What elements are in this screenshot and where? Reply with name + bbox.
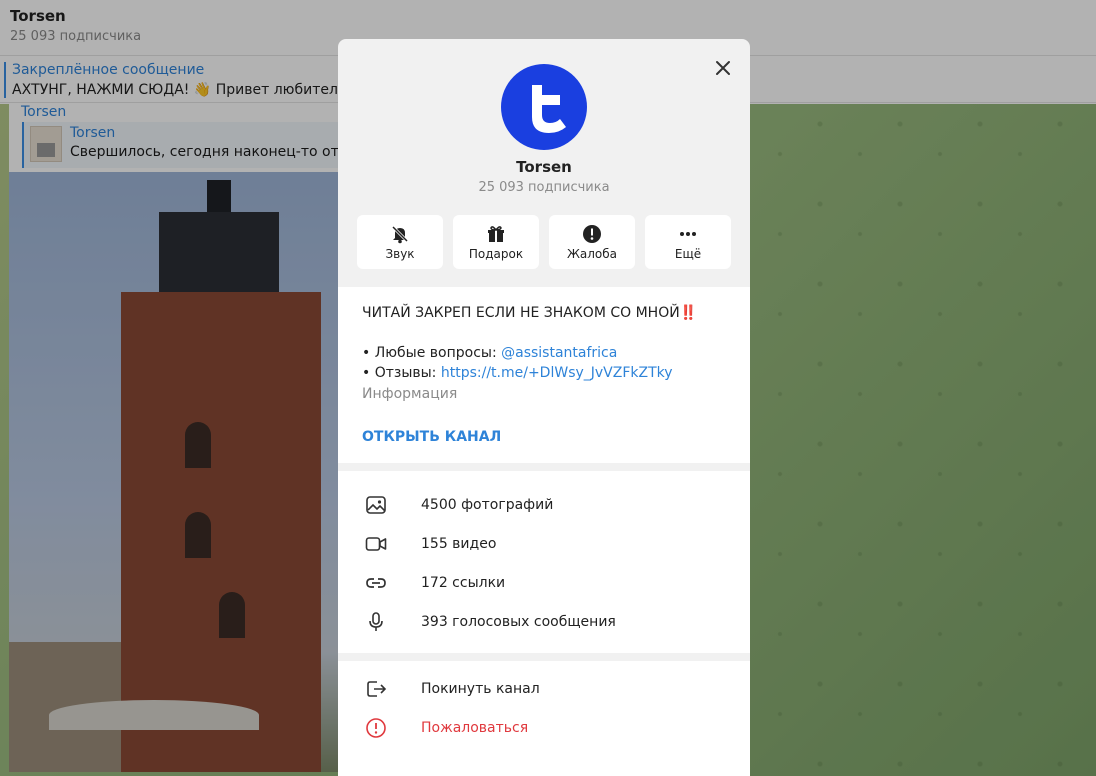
microphone-icon	[369, 611, 383, 631]
questions-prefix: • Любые вопросы:	[362, 345, 502, 361]
gift-label: Подарок	[468, 246, 524, 261]
report-label: Жалоба	[566, 246, 618, 261]
reviews-prefix: • Отзывы:	[362, 365, 441, 381]
description-caption: Информация	[362, 386, 458, 402]
channel-info-modal: Torsen 25 093 подписчика Звук Подарок Жа…	[338, 39, 750, 776]
alert-circle-icon	[583, 224, 601, 243]
sound-button[interactable]: Звук	[357, 215, 443, 269]
more-label: Ещё	[674, 246, 702, 261]
link-icon	[366, 577, 386, 588]
channel-subscriber-count: 25 093 подписчика	[478, 180, 610, 195]
leave-channel-row[interactable]: Покинуть канал	[338, 669, 750, 708]
report-channel-label: Пожаловаться	[421, 719, 529, 736]
video-icon	[365, 536, 387, 551]
report-icon	[366, 717, 386, 738]
media-voice-label: 393 голосовых сообщения	[421, 613, 616, 630]
more-icon	[680, 231, 696, 236]
report-button[interactable]: Жалоба	[549, 215, 635, 269]
leave-icon	[367, 680, 387, 697]
reviews-link[interactable]: https://t.me/+DlWsy_JvVZFkZTky	[441, 365, 673, 381]
report-channel-row[interactable]: Пожаловаться	[338, 708, 750, 747]
media-links-label: 172 ссылки	[421, 574, 506, 591]
channel-actions-list: Покинуть канал Пожаловаться	[338, 661, 750, 776]
media-voice-row[interactable]: 393 голосовых сообщения	[338, 602, 750, 641]
bell-off-icon	[391, 225, 409, 243]
media-videos-label: 155 видео	[421, 535, 497, 552]
leave-channel-label: Покинуть канал	[421, 680, 540, 697]
channel-avatar	[501, 64, 587, 150]
open-channel-button[interactable]: ОТКРЫТЬ КАНАЛ	[362, 429, 501, 445]
media-videos-row[interactable]: 155 видео	[338, 524, 750, 563]
action-buttons: Звук Подарок Жалоба Ещё	[357, 215, 731, 269]
gift-icon	[488, 225, 504, 242]
channel-logo-icon	[532, 85, 566, 133]
questions-link[interactable]: @assistantafrica	[501, 345, 617, 361]
photo-icon	[366, 495, 386, 514]
channel-description: ЧИТАЙ ЗАКРЕП ЕСЛИ НЕ ЗНАКОМ СО МНОЙ‼️ • …	[338, 287, 750, 463]
media-photos-label: 4500 фотографий	[421, 496, 554, 513]
close-icon	[716, 61, 730, 75]
media-photos-row[interactable]: 4500 фотографий	[338, 485, 750, 524]
description-headline: ЧИТАЙ ЗАКРЕП ЕСЛИ НЕ ЗНАКОМ СО МНОЙ‼️	[362, 305, 698, 321]
channel-name: Torsen	[516, 158, 572, 176]
reviews-line: • Отзывы: https://t.me/+DlWsy_JvVZFkZTky	[362, 363, 726, 383]
close-button[interactable]	[710, 55, 736, 81]
sound-label: Звук	[385, 246, 415, 261]
questions-line: • Любые вопросы: @assistantafrica	[362, 343, 726, 363]
gift-button[interactable]: Подарок	[453, 215, 539, 269]
more-button[interactable]: Ещё	[645, 215, 731, 269]
media-links-row[interactable]: 172 ссылки	[338, 563, 750, 602]
shared-media-list: 4500 фотографий 155 видео 172 ссылки 393…	[338, 471, 750, 653]
